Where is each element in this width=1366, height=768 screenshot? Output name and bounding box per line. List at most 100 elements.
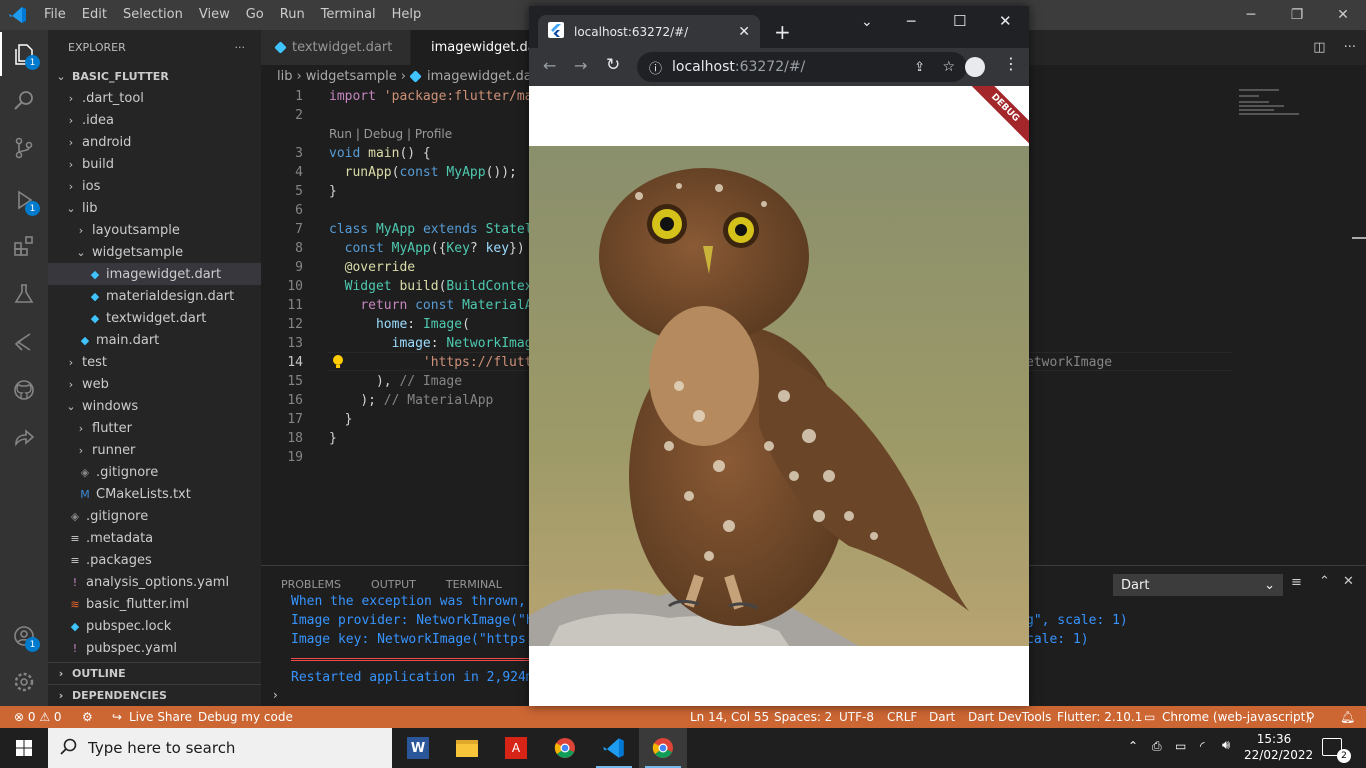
site-info-icon[interactable]: ⓘ xyxy=(649,58,662,77)
dart-devtools[interactable]: Dart DevTools xyxy=(968,706,1051,728)
close-icon[interactable]: ✕ xyxy=(1320,0,1366,30)
tree-item[interactable]: › flutter xyxy=(48,417,261,439)
tree-item[interactable]: › ios xyxy=(48,175,261,197)
menu-item-go[interactable]: Go xyxy=(238,0,272,30)
menu-item-run[interactable]: Run xyxy=(272,0,313,30)
tree-item[interactable]: ◆ materialdesign.dart xyxy=(48,285,261,307)
minimize-icon[interactable]: ─ xyxy=(1228,0,1274,30)
language-mode[interactable]: Dart xyxy=(929,706,955,728)
show-hidden-icons-icon[interactable]: ⌃ xyxy=(1128,739,1138,753)
menu-kebab-icon[interactable]: ⋮ xyxy=(1003,54,1019,73)
tree-item[interactable]: ! analysis_options.yaml xyxy=(48,571,261,593)
tree-item[interactable]: › .dart_tool xyxy=(48,87,261,109)
extensions-icon[interactable] xyxy=(0,224,48,268)
search-icon[interactable] xyxy=(0,78,48,122)
clear-console-icon[interactable]: ≡ xyxy=(1291,575,1302,590)
cursor-position[interactable]: Ln 14, Col 55 xyxy=(690,706,769,728)
taskbar-search[interactable]: Type here to search xyxy=(48,728,392,768)
tree-item[interactable]: ≋ basic_flutter.iml xyxy=(48,593,261,615)
device-status[interactable]: Chrome (web-javascript) xyxy=(1162,706,1310,728)
windows-start-icon[interactable] xyxy=(0,728,48,768)
browser-tab[interactable]: localhost:63272/#/ ✕ xyxy=(538,15,760,48)
menu-item-terminal[interactable]: Terminal xyxy=(313,0,384,30)
close-window-icon[interactable]: ✕ xyxy=(999,12,1012,30)
explorer-icon[interactable]: 1 xyxy=(0,32,48,76)
live-share-status[interactable]: Live Share xyxy=(129,706,192,728)
back-arrow-icon[interactable]: ← xyxy=(543,56,556,75)
feedback-icon[interactable]: ⚲ xyxy=(1306,706,1315,728)
breadcrumb-item[interactable]: widgetsample xyxy=(306,69,397,84)
minimap[interactable] xyxy=(1239,87,1299,127)
tree-item[interactable]: ◈ .gitignore xyxy=(48,461,261,483)
chrome-app-icon[interactable] xyxy=(541,728,589,768)
action-center-icon[interactable]: 2 xyxy=(1322,738,1351,763)
tree-item[interactable]: ≡ .metadata xyxy=(48,527,261,549)
encoding[interactable]: UTF-8 xyxy=(839,706,874,728)
tree-item[interactable]: ! pubspec.yaml xyxy=(48,637,261,659)
taskbar-clock[interactable]: 15:36 22/02/2022 xyxy=(1244,731,1313,763)
tab-search-icon[interactable]: ⌄ xyxy=(861,14,873,30)
debug-mode-status[interactable]: Debug my code xyxy=(198,706,293,728)
tree-item[interactable]: › build xyxy=(48,153,261,175)
minimize-icon[interactable]: ─ xyxy=(907,14,915,30)
tab-problems[interactable]: PROBLEMS xyxy=(261,578,351,591)
codelens[interactable]: Run | Debug | Profile xyxy=(329,127,452,141)
close-panel-icon[interactable]: ✕ xyxy=(1343,574,1354,589)
flutter-version[interactable]: Flutter: 2.10.1 xyxy=(1057,706,1142,728)
tree-item[interactable]: ⌄ lib xyxy=(48,197,261,219)
outline-section[interactable]: › OUTLINE xyxy=(48,662,261,684)
split-editor-icon[interactable]: ◫ xyxy=(1313,40,1325,55)
wifi-icon[interactable]: ◜ xyxy=(1200,739,1205,753)
github-icon[interactable] xyxy=(0,368,48,412)
menu-item-file[interactable]: File xyxy=(36,0,74,30)
remote-icon[interactable] xyxy=(0,320,48,364)
testing-icon[interactable] xyxy=(0,272,48,316)
console-prompt-icon[interactable]: › xyxy=(273,688,278,702)
vscode-app-icon[interactable] xyxy=(590,728,638,768)
menu-item-help[interactable]: Help xyxy=(384,0,430,30)
volume-icon[interactable]: 🔊︎ xyxy=(1222,738,1230,753)
tree-item[interactable]: › .idea xyxy=(48,109,261,131)
forward-arrow-icon[interactable]: → xyxy=(574,56,587,75)
tree-item[interactable]: ◆ imagewidget.dart xyxy=(48,263,261,285)
acrobat-icon[interactable]: A xyxy=(492,728,540,768)
tree-item[interactable]: ⌄ widgetsample xyxy=(48,241,261,263)
tree-item[interactable]: ≡ .packages xyxy=(48,549,261,571)
more-actions-icon[interactable]: ··· xyxy=(235,41,246,54)
live-share-icon[interactable]: ↪ xyxy=(112,706,122,728)
tab-output[interactable]: OUTPUT xyxy=(351,578,426,591)
maximize-panel-icon[interactable]: ⌃ xyxy=(1319,574,1330,589)
problems-status[interactable]: ⊗ 0 ⚠ 0 xyxy=(14,706,62,728)
tree-item[interactable]: › android xyxy=(48,131,261,153)
run-debug-icon[interactable]: 1 xyxy=(0,178,48,222)
output-channel-select[interactable]: Dart ⌄ xyxy=(1113,574,1283,596)
close-tab-icon[interactable]: ✕ xyxy=(738,24,750,40)
new-tab-icon[interactable]: + xyxy=(774,20,791,44)
tab-textwidget[interactable]: textwidget.dart xyxy=(261,30,411,65)
profile-avatar-icon[interactable] xyxy=(965,57,985,77)
tree-item[interactable]: ◆ main.dart xyxy=(48,329,261,351)
bookmark-star-icon[interactable]: ☆ xyxy=(942,59,955,75)
chrome-app-icon[interactable] xyxy=(639,728,687,768)
restore-icon[interactable]: ❐ xyxy=(1274,0,1320,30)
notifications-bell-icon[interactable]: 🔔︎ xyxy=(1340,706,1355,728)
tab-terminal[interactable]: TERMINAL xyxy=(426,578,512,591)
more-actions-icon[interactable]: ··· xyxy=(1344,40,1356,55)
tree-item[interactable]: › layoutsample xyxy=(48,219,261,241)
word-icon[interactable]: W xyxy=(394,728,442,768)
breadcrumb-item[interactable]: lib xyxy=(277,69,292,84)
live-share-icon[interactable] xyxy=(0,416,48,460)
tree-item[interactable]: › runner xyxy=(48,439,261,461)
reload-icon[interactable]: ↻ xyxy=(606,55,620,75)
meet-now-icon[interactable]: ⎙ xyxy=(1152,739,1162,754)
tree-item[interactable]: › test xyxy=(48,351,261,373)
indentation[interactable]: Spaces: 2 xyxy=(774,706,832,728)
breadcrumb-item[interactable]: imagewidget.dart xyxy=(427,69,542,84)
source-control-icon[interactable] xyxy=(0,126,48,170)
settings-gear-icon[interactable] xyxy=(0,660,48,704)
tree-item[interactable]: ◆ textwidget.dart xyxy=(48,307,261,329)
line-ending[interactable]: CRLF xyxy=(887,706,917,728)
battery-icon[interactable]: ▭ xyxy=(1175,739,1186,753)
tree-item[interactable]: › web xyxy=(48,373,261,395)
tree-project-root[interactable]: ⌄ BASIC_FLUTTER xyxy=(48,65,261,87)
